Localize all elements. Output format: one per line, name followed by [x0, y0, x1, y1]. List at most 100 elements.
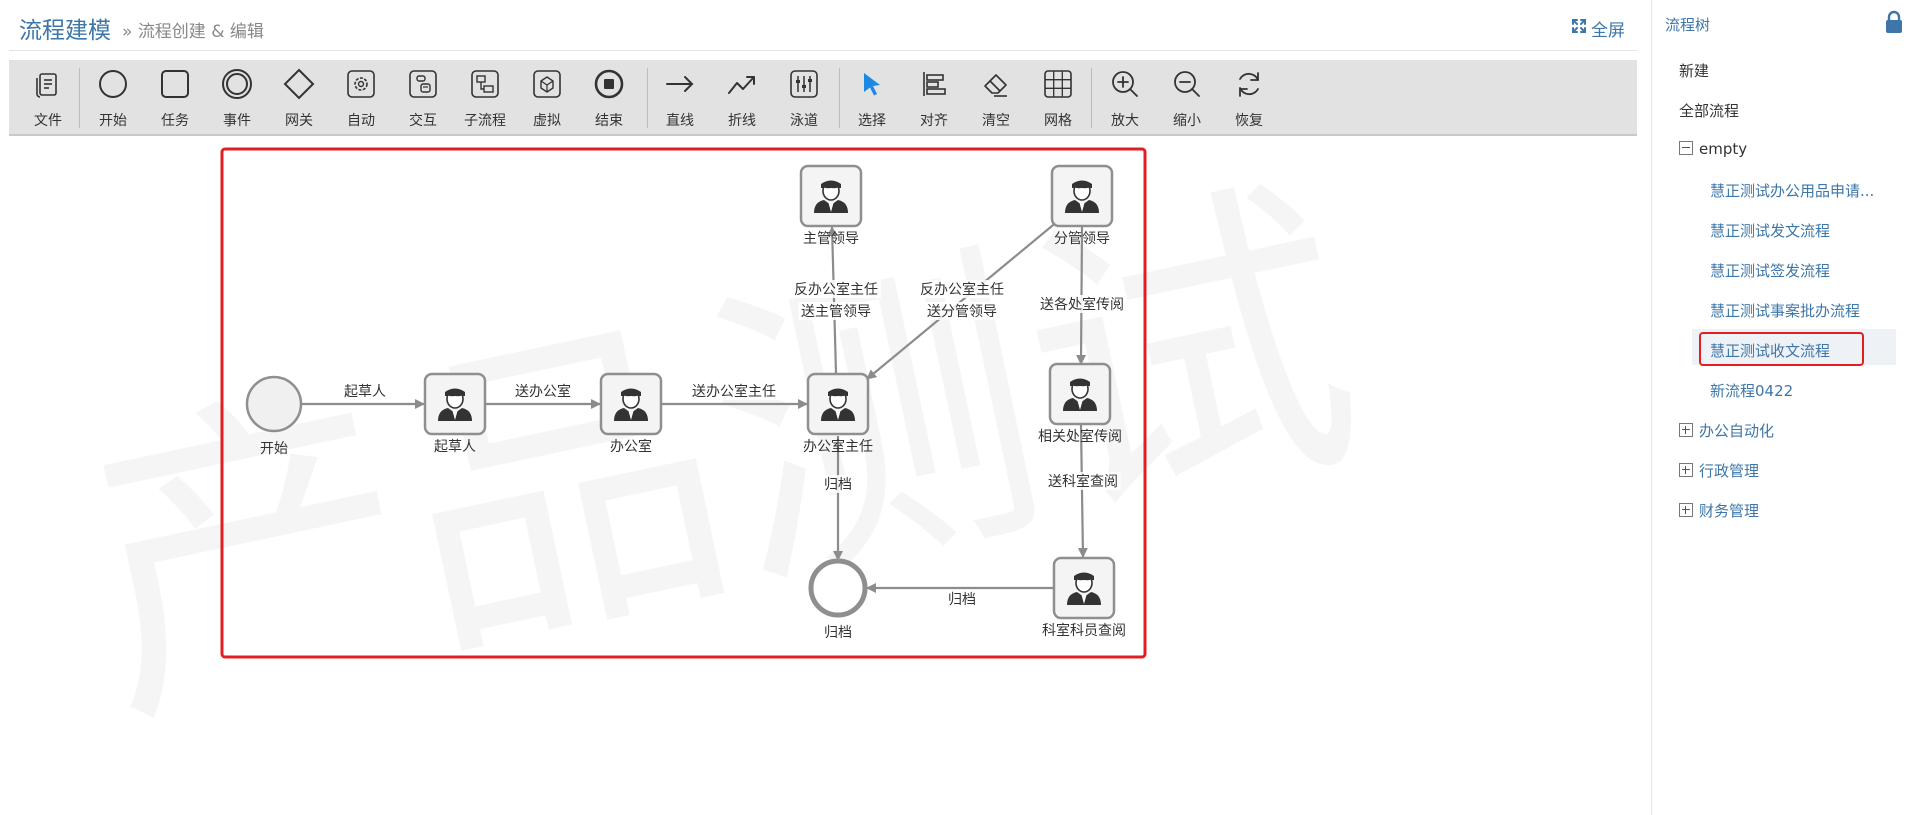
edge-drafter-to-office[interactable]: 送办公室	[486, 382, 601, 409]
tree-node-label: 行政管理	[1699, 462, 1760, 480]
task-icon	[161, 70, 189, 98]
edge-label: 归档	[948, 591, 976, 608]
node-label: 相关处室传阅	[1038, 428, 1122, 445]
node-archive[interactable]: 归档	[808, 558, 868, 641]
virtual-icon	[533, 70, 561, 98]
swimlane-icon	[790, 70, 818, 98]
tree-item-all-processes[interactable]: 全部流程	[1679, 100, 1739, 121]
file-icon	[36, 73, 57, 98]
node-label: 开始	[260, 441, 288, 457]
polyline-tool-button[interactable]: 折线	[711, 60, 773, 134]
edge-office-director-to-chief-leader[interactable]: 反办公室主任送主管领导	[791, 226, 881, 374]
task-tool-label: 任务	[161, 113, 189, 129]
gateway-tool-button[interactable]: 网关	[268, 60, 330, 134]
interact-tool-label: 交互	[409, 113, 437, 129]
zoom-in-icon	[1112, 71, 1138, 97]
virtual-tool-button[interactable]: 虚拟	[516, 60, 578, 134]
edge-branch-leader-to-dept-circulate[interactable]: 送各处室传阅	[1037, 226, 1127, 365]
start-tool-button[interactable]: 开始	[82, 60, 144, 134]
lock-icon[interactable]	[1885, 10, 1903, 38]
toolbar-separator	[647, 68, 648, 128]
node-office[interactable]: 办公室	[599, 372, 663, 455]
start-tool-label: 开始	[99, 113, 127, 129]
task-tool-button[interactable]: 任务	[144, 60, 206, 134]
subprocess-icon	[471, 70, 499, 98]
tree-node-office-automation[interactable]: 办公自动化	[1679, 420, 1774, 441]
node-section-review[interactable]: 科室科员查阅	[1042, 556, 1126, 639]
tree-item-new[interactable]: 新建	[1679, 60, 1709, 81]
auto-tool-label: 自动	[347, 113, 375, 129]
edge-label: 送主管领导	[801, 304, 871, 320]
zoom-in-button[interactable]: 放大	[1094, 60, 1156, 134]
collapse-icon[interactable]	[1679, 141, 1693, 155]
end-tool-button[interactable]: 结束	[578, 60, 640, 134]
restore-button[interactable]: 恢复	[1218, 60, 1280, 134]
clear-tool-label: 清空	[982, 113, 1010, 129]
fullscreen-label: 全屏	[1591, 21, 1625, 41]
subprocess-tool-label: 子流程	[464, 113, 506, 129]
auto-tool-button[interactable]: 自动	[330, 60, 392, 134]
diagram-canvas[interactable]: 产品测试 起草人送办公室送办公室主任反办公室主任送主管领导反办公室主任送分管领导…	[0, 136, 1650, 815]
tree-item-selected-process[interactable]: 慧正测试收文流程	[1710, 340, 1830, 361]
tree-item-process[interactable]: 慧正测试签发流程	[1710, 260, 1830, 281]
toolbar-separator	[839, 68, 840, 128]
file-button[interactable]: 文件	[17, 60, 79, 134]
tree-node-finance[interactable]: 财务管理	[1679, 500, 1759, 521]
edge-start-to-drafter[interactable]: 起草人	[302, 382, 425, 409]
align-tool-button[interactable]: 对齐	[903, 60, 965, 134]
fullscreen-button[interactable]: 全屏	[1571, 16, 1625, 41]
tree-item-process[interactable]: 新流程0422	[1710, 380, 1793, 401]
interaction-icon	[409, 70, 437, 98]
event-tool-button[interactable]: 事件	[206, 60, 268, 134]
align-tool-label: 对齐	[920, 113, 948, 129]
node-label: 分管领导	[1054, 231, 1110, 247]
grid-tool-label: 网格	[1044, 113, 1072, 129]
node-branch-leader[interactable]: 分管领导	[1050, 164, 1114, 247]
edge-label: 反办公室主任	[920, 281, 1004, 298]
node-dept-circulate[interactable]: 相关处室传阅	[1038, 362, 1122, 445]
tree-item-process[interactable]: 慧正测试办公用品申请...	[1710, 180, 1874, 201]
grid-tool-button[interactable]: 网格	[1027, 60, 1089, 134]
interact-tool-button[interactable]: 交互	[392, 60, 454, 134]
restore-label: 恢复	[1235, 113, 1263, 129]
node-chief-leader[interactable]: 主管领导	[799, 164, 863, 247]
edge-label: 送分管领导	[927, 304, 997, 320]
swimlane-tool-button[interactable]: 泳道	[773, 60, 835, 134]
expand-icon	[1571, 18, 1587, 39]
file-label: 文件	[34, 113, 62, 129]
expand-icon[interactable]	[1679, 423, 1693, 437]
tree-node-empty[interactable]: empty	[1679, 140, 1747, 158]
edge-label: 送办公室主任	[692, 383, 776, 400]
subprocess-tool-button[interactable]: 子流程	[454, 60, 516, 134]
tree-node-admin[interactable]: 行政管理	[1679, 460, 1759, 481]
tree-item-process[interactable]: 慧正测试事案批办流程	[1710, 300, 1860, 321]
select-tool-label: 选择	[858, 113, 886, 129]
tree-item-process[interactable]: 慧正测试发文流程	[1710, 220, 1830, 241]
gear-icon	[347, 70, 375, 98]
expand-icon[interactable]	[1679, 463, 1693, 477]
node-start[interactable]: 开始	[245, 375, 303, 457]
node-office-director[interactable]: 办公室主任	[803, 372, 873, 455]
edge-office-to-office-director[interactable]: 送办公室主任	[662, 382, 808, 409]
zoom-out-button[interactable]: 缩小	[1156, 60, 1218, 134]
node-label: 办公室	[610, 438, 652, 455]
select-tool-button[interactable]: 选择	[841, 60, 903, 134]
line-tool-label: 直线	[666, 113, 694, 129]
node-drafter[interactable]: 起草人	[423, 372, 487, 455]
node-label: 科室科员查阅	[1042, 622, 1126, 639]
expand-icon[interactable]	[1679, 503, 1693, 517]
clear-tool-button[interactable]: 清空	[965, 60, 1027, 134]
cursor-icon	[864, 73, 880, 96]
edge-branch-leader-to-office-director[interactable]: 反办公室主任送分管领导	[866, 220, 1059, 380]
start-event-icon	[99, 70, 127, 98]
line-tool-button[interactable]: 直线	[649, 60, 711, 134]
node-label: 办公室主任	[803, 438, 873, 455]
node-label: 主管领导	[803, 231, 859, 247]
breadcrumb-separator: »	[122, 22, 133, 42]
edge-section-review-to-archive[interactable]: 归档	[866, 583, 1053, 608]
edge-label: 起草人	[344, 384, 386, 400]
header-divider	[9, 50, 1637, 51]
tree-node-label: empty	[1699, 140, 1748, 158]
edge-label: 送各处室传阅	[1040, 296, 1124, 313]
virtual-tool-label: 虚拟	[533, 113, 561, 129]
